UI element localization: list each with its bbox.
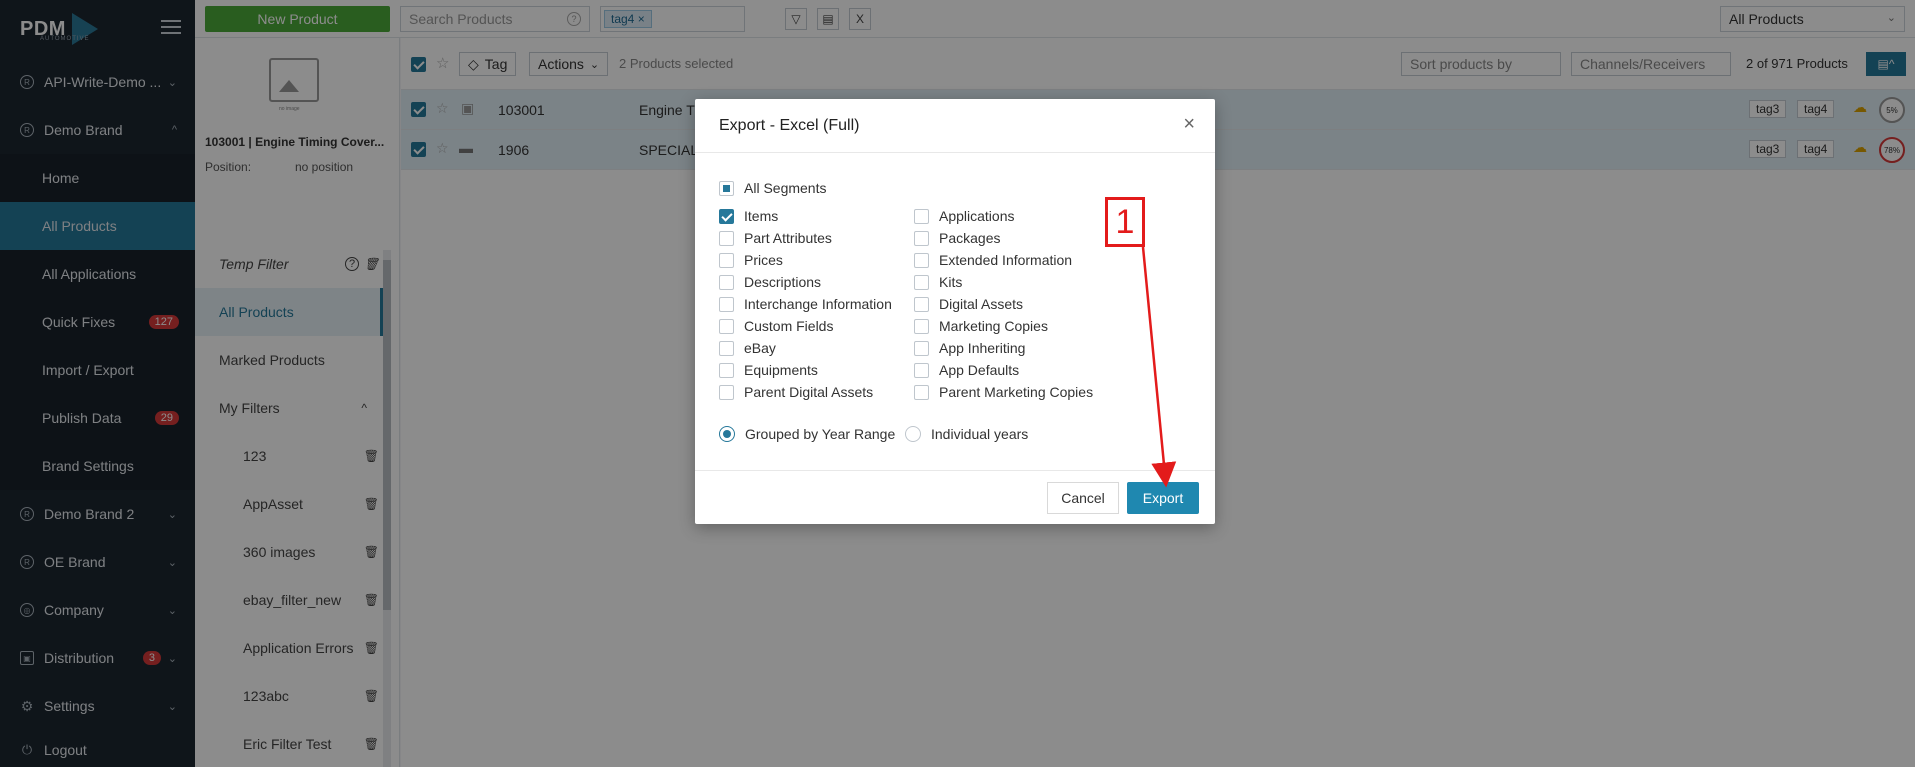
checkbox-label: App Inheriting — [939, 340, 1026, 356]
radio-label: Individual years — [931, 426, 1029, 442]
segment-checkbox-row[interactable]: Descriptions — [719, 274, 821, 290]
export-modal: Export - Excel (Full) × All Segments Ite… — [695, 99, 1215, 524]
annotation-step-number: 1 — [1105, 197, 1145, 247]
checkbox[interactable] — [914, 384, 929, 400]
segment-checkbox-row[interactable]: Interchange Information — [719, 296, 892, 312]
checkbox[interactable] — [719, 384, 734, 400]
checkbox-label: Packages — [939, 230, 1001, 246]
checkbox-label: Kits — [939, 274, 963, 290]
checkbox[interactable] — [914, 340, 929, 356]
grouped-year-radio[interactable]: Grouped by Year Range — [719, 426, 895, 442]
checkbox-label: Part Attributes — [744, 230, 832, 246]
checkbox-label: Items — [744, 208, 779, 224]
checkbox[interactable] — [719, 318, 734, 334]
checkbox[interactable] — [914, 274, 929, 290]
segment-checkbox-row[interactable]: eBay — [719, 340, 776, 356]
segment-checkbox-row[interactable]: Applications — [914, 208, 1015, 224]
checkbox[interactable] — [719, 208, 734, 224]
checkbox[interactable] — [719, 296, 734, 312]
segment-checkbox-row[interactable]: Part Attributes — [719, 230, 832, 246]
checkbox-label: Parent Marketing Copies — [939, 384, 1094, 400]
modal-footer: Cancel Export — [695, 470, 1215, 524]
checkbox[interactable] — [719, 230, 734, 246]
checkbox[interactable] — [914, 252, 929, 268]
checkbox-label: Interchange Information — [744, 296, 892, 312]
segment-checkbox-row[interactable]: Kits — [914, 274, 962, 290]
segment-checkbox-row[interactable]: App Defaults — [914, 362, 1019, 378]
cancel-button[interactable]: Cancel — [1047, 482, 1119, 514]
individual-years-radio[interactable]: Individual years — [905, 426, 1028, 442]
checkbox[interactable] — [719, 252, 734, 268]
modal-title: Export - Excel (Full) — [719, 117, 860, 134]
checkbox-label: App Defaults — [939, 362, 1020, 378]
segment-checkbox-row[interactable]: Equipments — [719, 362, 818, 378]
all-segments-checkbox[interactable]: All Segments — [719, 180, 826, 196]
segment-checkbox-row[interactable]: Digital Assets — [914, 296, 1023, 312]
checkbox[interactable] — [914, 230, 929, 246]
checkbox[interactable] — [914, 296, 929, 312]
segment-checkbox-row[interactable]: Parent Digital Assets — [719, 384, 873, 400]
radio[interactable] — [719, 426, 735, 442]
checkbox-label: eBay — [744, 340, 776, 356]
segment-checkbox-row[interactable]: Prices — [719, 252, 783, 268]
checkbox-label: All Segments — [744, 180, 827, 196]
modal-header: Export - Excel (Full) × — [695, 99, 1215, 153]
checkbox[interactable] — [719, 274, 734, 290]
checkbox-label: Applications — [939, 208, 1015, 224]
export-button[interactable]: Export — [1127, 482, 1199, 514]
checkbox-label: Marketing Copies — [939, 318, 1048, 334]
segment-checkbox-row[interactable]: Extended Information — [914, 252, 1072, 268]
radio[interactable] — [905, 426, 921, 442]
checkbox[interactable] — [914, 362, 929, 378]
segment-checkbox-row[interactable]: Marketing Copies — [914, 318, 1048, 334]
checkbox-label: Equipments — [744, 362, 818, 378]
radio-label: Grouped by Year Range — [745, 426, 896, 442]
checkbox-label: Parent Digital Assets — [744, 384, 874, 400]
checkbox-label: Custom Fields — [744, 318, 834, 334]
checkbox[interactable] — [914, 208, 929, 224]
checkbox-label: Digital Assets — [939, 296, 1024, 312]
checkbox-label: Prices — [744, 252, 783, 268]
segment-checkbox-row[interactable]: Items — [719, 208, 778, 224]
checkbox[interactable] — [914, 318, 929, 334]
close-icon[interactable]: × — [1183, 113, 1195, 136]
segment-checkbox-row[interactable]: Custom Fields — [719, 318, 833, 334]
checkbox[interactable] — [719, 180, 734, 196]
checkbox-label: Descriptions — [744, 274, 822, 290]
segment-checkbox-row[interactable]: Parent Marketing Copies — [914, 384, 1093, 400]
checkbox[interactable] — [719, 362, 734, 378]
checkbox[interactable] — [719, 340, 734, 356]
segment-checkbox-row[interactable]: Packages — [914, 230, 1000, 246]
segment-checkbox-row[interactable]: App Inheriting — [914, 340, 1025, 356]
checkbox-label: Extended Information — [939, 252, 1073, 268]
